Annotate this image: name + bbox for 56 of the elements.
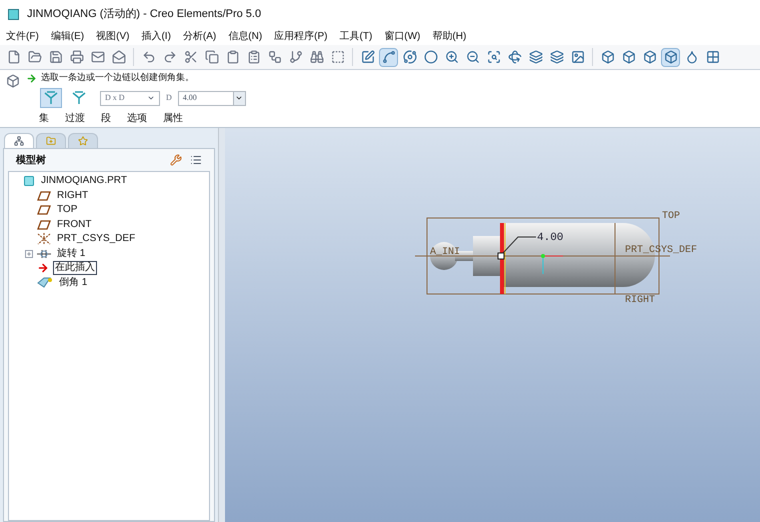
menu-item[interactable]: 信息(N): [228, 29, 262, 44]
tree-item[interactable]: 在此插入: [53, 261, 97, 276]
dashboard-tab[interactable]: 集: [39, 110, 49, 126]
menu-item[interactable]: 编辑(E): [50, 29, 84, 44]
tree-item[interactable]: TOP: [55, 203, 80, 218]
menu-item[interactable]: 应用程序(P): [274, 29, 328, 44]
message-arrow-icon: [26, 72, 37, 84]
dimension-text: 4.00: [537, 232, 564, 244]
tree-item[interactable]: JINMOQIANG.PRT: [39, 174, 129, 188]
plane-icon: [37, 220, 51, 230]
menu-item[interactable]: 文件(F): [6, 29, 39, 44]
tree-item[interactable]: 旋转 1: [55, 246, 88, 261]
menu-item[interactable]: 视图(V): [96, 29, 130, 44]
dashboard-tab[interactable]: 段: [101, 110, 111, 126]
datum-label: TOP: [662, 211, 680, 222]
scheme-dropdown[interactable]: D x D: [100, 90, 160, 106]
message-text: 选取一条边或一个边链以创建倒角集。: [41, 71, 194, 84]
dashboard-tab[interactable]: 过渡: [65, 110, 85, 126]
chamfer-set-icon: [71, 91, 87, 105]
panel-title: 模型树: [16, 154, 46, 168]
tree-structure-icon: [14, 136, 24, 146]
menu-item[interactable]: 工具(T): [340, 29, 372, 44]
chamfer-mode-button[interactable]: [40, 88, 62, 108]
folder-icon: [46, 136, 56, 146]
dimension-label: D: [166, 92, 172, 104]
menu-item[interactable]: 帮助(H): [432, 29, 466, 44]
chamfer-set-icon: [43, 91, 59, 105]
navigator-tab[interactable]: [4, 133, 34, 148]
plane-icon: [37, 205, 51, 216]
window-title: JINMOQIANG (活动的) - Creo Elements/Pro 5.0: [27, 6, 262, 22]
menu-item[interactable]: 分析(A): [182, 29, 216, 44]
plane-icon: [37, 190, 51, 201]
tree-item[interactable]: PRT_CSYS_DEF: [55, 232, 138, 246]
tree-item[interactable]: FRONT: [55, 218, 94, 232]
tools-icon[interactable]: [170, 154, 182, 166]
dimension-field[interactable]: 4.00: [178, 90, 246, 106]
expand-toggle[interactable]: [25, 250, 33, 258]
coordinate-system-icon: [37, 233, 51, 246]
part-icon: [23, 175, 35, 188]
tree-item[interactable]: RIGHT: [55, 188, 90, 203]
tree-item[interactable]: 倒角 1: [57, 276, 90, 290]
datum-label: RIGHT: [625, 295, 656, 306]
insert-arrow-icon: [37, 262, 49, 274]
chamfer-icon: [37, 276, 53, 289]
menu-item[interactable]: 窗口(W): [384, 29, 420, 44]
revolve-icon: [37, 248, 51, 259]
dashboard-tab[interactable]: 选项: [127, 110, 147, 126]
shaded-cube-icon[interactable]: [661, 48, 680, 66]
spin-center-icon[interactable]: [379, 48, 398, 66]
dashboard-tab[interactable]: 属性: [163, 110, 183, 126]
app-icon: [8, 8, 19, 20]
part-icon: [6, 74, 20, 88]
star-icon: [78, 136, 88, 146]
dimension-value: 4.00: [182, 92, 198, 104]
menu-item[interactable]: 插入(I): [141, 29, 171, 44]
datum-label: A_INI: [430, 247, 460, 258]
